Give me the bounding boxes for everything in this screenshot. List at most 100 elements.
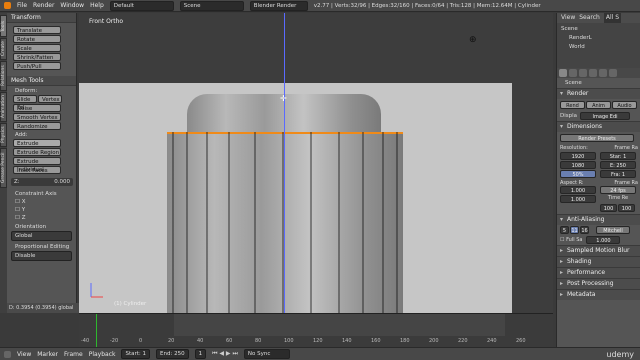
dimensions-header[interactable]: Dimensions — [557, 121, 640, 132]
frame-step-field[interactable]: Fra: 1 — [600, 170, 636, 178]
fps-select[interactable]: 24 fps — [600, 186, 636, 194]
noise-button[interactable]: Noise — [13, 104, 61, 112]
display-select[interactable]: Image Edi — [580, 112, 631, 120]
axis-z-checkbox[interactable]: ☐ Z — [7, 215, 76, 221]
mesh-tools-header[interactable]: Mesh Tools — [7, 76, 76, 86]
extrude-individual-button[interactable]: Extrude Individual — [13, 157, 61, 173]
outliner-item-scene[interactable]: Scene — [561, 25, 637, 34]
timeline[interactable]: -40 -20 0 20 40 60 80 100 120 140 160 180 200 220 240 2… — [79, 313, 553, 348]
time-remap-new-field[interactable]: 100 — [618, 204, 635, 212]
outliner-item-renderlayers[interactable]: RenderL — [561, 34, 637, 43]
blender-logo-icon[interactable] — [4, 2, 11, 9]
timeline-editor-icon[interactable] — [4, 350, 11, 358]
frame-end-field[interactable]: E: 250 — [600, 161, 636, 169]
scale-button[interactable]: Scale — [13, 44, 61, 52]
render-audio-button[interactable]: Audio — [612, 101, 637, 109]
translate-button[interactable]: Translate — [13, 26, 61, 34]
menu-help[interactable]: Help — [90, 2, 104, 9]
menu-file[interactable]: File — [17, 2, 27, 9]
anti-aliasing-header[interactable]: Anti-Aliasing — [557, 214, 640, 225]
3d-cursor-icon[interactable]: ✛ — [280, 94, 287, 103]
end-frame-field[interactable]: End: 250 — [156, 349, 189, 359]
tab-physics[interactable]: Physics — [0, 123, 7, 147]
prop-editing-select[interactable]: Disable — [11, 251, 72, 261]
add-label: Add: — [15, 132, 28, 138]
render-header[interactable]: Render — [557, 88, 640, 99]
resolution-x-field[interactable]: 1920 — [560, 152, 596, 160]
current-frame-field[interactable]: 1 — [194, 349, 207, 359]
3d-viewport[interactable]: Front Ortho ✛ ⊕ (1) Cylinder — [79, 13, 553, 313]
tab-relations[interactable]: Relations — [0, 61, 7, 91]
resolution-percent-field[interactable]: 50% — [560, 170, 596, 178]
aa-size-field[interactable]: 1.000 — [586, 236, 621, 244]
timeline-tick-label: 120 — [313, 338, 323, 344]
start-frame-label: Start: — [125, 351, 141, 357]
layout-select[interactable]: Default — [109, 0, 174, 11]
frame-start-field[interactable]: Star: 1 — [600, 152, 636, 160]
axis-y-checkbox[interactable]: ☐ Y — [7, 207, 76, 213]
shrink-fatten-button[interactable]: Shrink/Fatten — [13, 53, 61, 61]
post-processing-header[interactable]: Post Processing — [557, 278, 640, 289]
orientation-select[interactable]: Global — [11, 231, 72, 241]
sampled-motion-header[interactable]: Sampled Motion Blur — [557, 245, 640, 256]
outliner-view-tab[interactable]: View — [561, 13, 575, 23]
aa-samples-16-button[interactable]: 16 — [580, 226, 589, 234]
tab-grease-pencil[interactable]: Grease Pencil — [0, 148, 7, 188]
slide-edge-button[interactable]: Slide Ed — [13, 95, 37, 111]
playback-controls-icon[interactable]: ⏮ ◀ ▶ ⏭ — [212, 350, 238, 358]
inset-faces-button[interactable]: Inset Faces — [13, 166, 61, 174]
tab-create[interactable]: Create — [0, 38, 7, 60]
menu-view[interactable]: View — [17, 351, 31, 358]
aa-filter-select[interactable]: Mitchell — [596, 226, 630, 234]
shading-header[interactable]: Shading — [557, 256, 640, 267]
resolution-y-field[interactable]: 1080 — [560, 161, 596, 169]
scene-select[interactable]: Scene — [179, 0, 244, 11]
outliner-item-world[interactable]: World — [561, 43, 637, 52]
timeline-tick-label: 0 — [139, 338, 143, 344]
tab-animation[interactable]: Animation — [0, 92, 7, 122]
render-tab-icon[interactable] — [559, 69, 567, 77]
full-sample-checkbox[interactable]: ☐ Full Sa — [560, 237, 582, 243]
time-remap-label: Time Re — [607, 195, 629, 201]
layers-tab-icon[interactable] — [569, 69, 577, 77]
extrude-button[interactable]: Extrude — [13, 139, 61, 147]
z-field[interactable]: Z: 0.000 — [11, 178, 73, 186]
performance-header[interactable]: Performance — [557, 267, 640, 278]
aa-samples-8-button[interactable]: 5 — [560, 226, 569, 234]
sync-select[interactable]: No Sync — [243, 349, 290, 359]
push-pull-button[interactable]: Push/Pull — [13, 62, 61, 70]
render-presets-select[interactable]: Render Presets — [560, 134, 634, 142]
randomize-button[interactable]: Randomize — [13, 122, 61, 130]
render-engine-select[interactable]: Blender Render — [249, 0, 308, 11]
transform-header[interactable]: Transform — [7, 13, 76, 23]
scene-tab-icon[interactable] — [579, 69, 587, 77]
metadata-header[interactable]: Metadata — [557, 289, 640, 300]
outliner-header: View Search All S — [557, 13, 640, 23]
axis-x-checkbox[interactable]: ☐ X — [7, 199, 76, 205]
timeline-tick-label: 140 — [342, 338, 352, 344]
menu-marker[interactable]: Marker — [37, 351, 58, 358]
menu-frame[interactable]: Frame — [64, 351, 83, 358]
time-remap-old-field[interactable]: 100 — [600, 204, 617, 212]
outliner-search-tab[interactable]: Search — [579, 13, 600, 23]
outliner-all-select[interactable]: All S — [603, 13, 622, 23]
modifier-tab-icon[interactable] — [609, 69, 617, 77]
outliner: View Search All S Scene RenderL World — [556, 13, 640, 68]
menu-render[interactable]: Render — [33, 2, 54, 9]
render-image-button[interactable]: Rend — [560, 101, 585, 109]
smooth-vertex-button[interactable]: Smooth Vertex — [13, 113, 61, 121]
stats-text: v2.77 | Verts:32/96 | Edges:32/160 | Fac… — [313, 2, 541, 9]
extrude-region-button[interactable]: Extrude Region — [13, 148, 61, 156]
start-frame-field[interactable]: Start: 1 — [121, 349, 151, 359]
aa-samples-11-button[interactable]: 11 — [570, 226, 579, 234]
menu-window[interactable]: Window — [60, 2, 84, 9]
menu-playback[interactable]: Playback — [89, 351, 116, 358]
object-tab-icon[interactable] — [599, 69, 607, 77]
vertex-button[interactable]: Vertex — [38, 95, 62, 103]
aspect-x-field[interactable]: 1.000 — [560, 186, 596, 194]
aspect-y-field[interactable]: 1.000 — [560, 195, 596, 203]
render-animation-button[interactable]: Anim — [586, 101, 611, 109]
tab-tools[interactable]: Tools — [0, 15, 7, 37]
world-tab-icon[interactable] — [589, 69, 597, 77]
rotate-button[interactable]: Rotate — [13, 35, 61, 43]
